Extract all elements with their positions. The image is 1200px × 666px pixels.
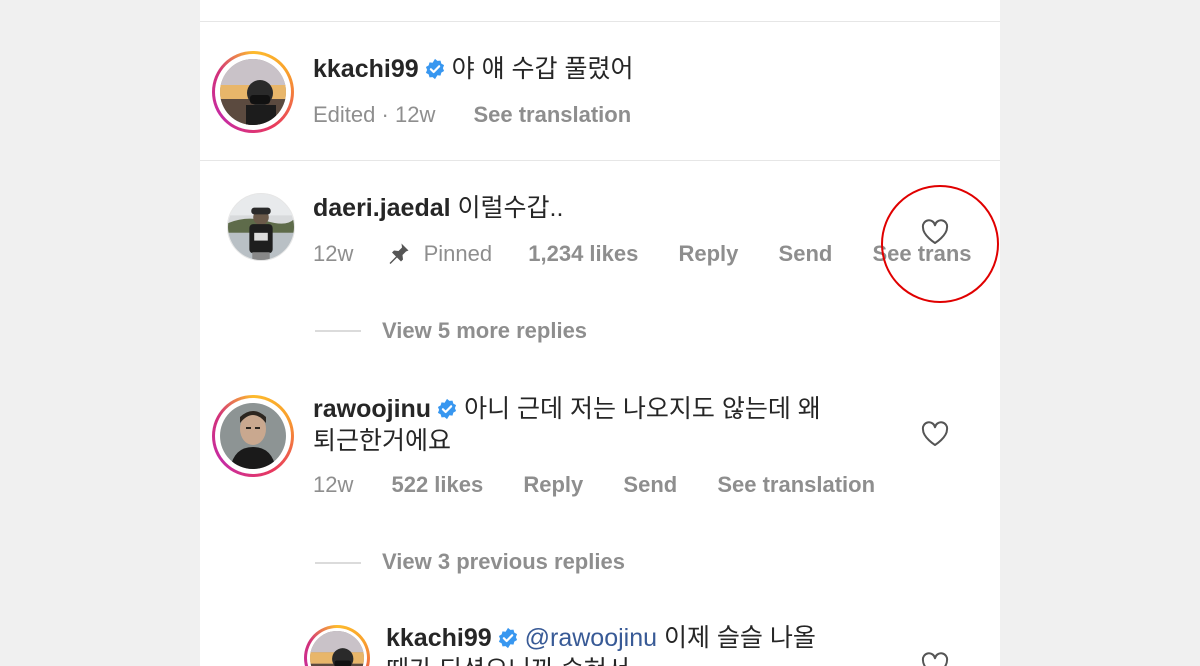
avatar-photo <box>228 194 294 260</box>
meta-dot: · <box>381 102 389 127</box>
edited-label: Edited <box>313 102 376 127</box>
likes-count[interactable]: 522 likes <box>391 472 483 497</box>
comment-text-line1: 아니 근데 저는 나오지도 않는데 왜 <box>464 395 821 423</box>
send-button[interactable]: Send <box>623 472 677 497</box>
comment-text-line1: 이제 슬슬 나올 <box>663 624 816 652</box>
avatar-photo <box>220 59 286 125</box>
comment-body: kkachi99 야 얘 수갑 풀렸어 <box>313 53 633 85</box>
likes-count[interactable]: 1,234 likes <box>528 241 638 266</box>
comment-meta: 12w 522 likes Reply Send See translation <box>313 471 875 499</box>
comment-text-line2: 퇴근한거에요 <box>313 427 452 455</box>
comment-body: daeri.jaedal 이럴수갑.. <box>313 192 563 224</box>
comment-body: rawoojinu 아니 근데 저는 나오지도 않는데 왜 <box>313 393 821 425</box>
pin-icon <box>387 241 411 265</box>
comment-text: 이럴수갑.. <box>457 194 564 222</box>
verified-badge-icon <box>497 627 519 649</box>
highlight-circle <box>881 185 999 303</box>
heart-icon[interactable] <box>921 421 949 447</box>
view-previous-replies-button[interactable]: View 3 previous replies <box>382 549 625 575</box>
verified-badge-icon <box>424 58 446 80</box>
avatar-rawoojinu[interactable] <box>212 395 294 477</box>
avatar-kkachi99[interactable] <box>212 51 294 133</box>
username[interactable]: daeri.jaedal <box>313 194 451 222</box>
avatar-kkachi99[interactable] <box>304 625 370 666</box>
comment-meta: 12w Pinned 1,234 likes Reply Send See tr… <box>313 240 972 268</box>
username[interactable]: kkachi99 <box>313 55 419 83</box>
heart-icon[interactable] <box>921 652 949 666</box>
avatar-daeri-jaedal[interactable] <box>227 193 295 261</box>
divider <box>200 21 1000 22</box>
avatar-photo <box>220 403 286 469</box>
comments-panel: kkachi99 야 얘 수갑 풀렸어 Edited · 12w See tran… <box>200 0 1000 666</box>
see-translation-button[interactable]: See translation <box>717 472 875 497</box>
username[interactable]: kkachi99 <box>386 624 492 652</box>
replies-divider <box>315 330 361 332</box>
verified-badge-icon <box>436 398 458 420</box>
pinned-label: Pinned <box>423 241 493 266</box>
see-translation-button[interactable]: See translation <box>473 102 631 127</box>
reply-button[interactable]: Reply <box>523 472 583 497</box>
view-more-replies-button[interactable]: View 5 more replies <box>382 318 587 344</box>
comment-time: 12w <box>313 241 354 266</box>
comment-text-line2: 때가 되셨으니까 숭혀서 <box>386 654 630 666</box>
comment-time: 12w <box>313 472 354 497</box>
send-button[interactable]: Send <box>779 241 833 266</box>
username[interactable]: rawoojinu <box>313 395 431 423</box>
reply-button[interactable]: Reply <box>678 241 738 266</box>
comment-body: kkachi99 @rawoojinu 이제 슬슬 나올 <box>386 622 816 654</box>
comment-text: 야 얘 수갑 풀렸어 <box>451 55 634 83</box>
replies-divider <box>315 562 361 564</box>
comment-meta: Edited · 12w See translation <box>313 101 631 129</box>
comment-time: 12w <box>394 102 436 127</box>
mention-link[interactable]: @rawoojinu <box>525 624 657 652</box>
divider <box>200 160 1000 161</box>
